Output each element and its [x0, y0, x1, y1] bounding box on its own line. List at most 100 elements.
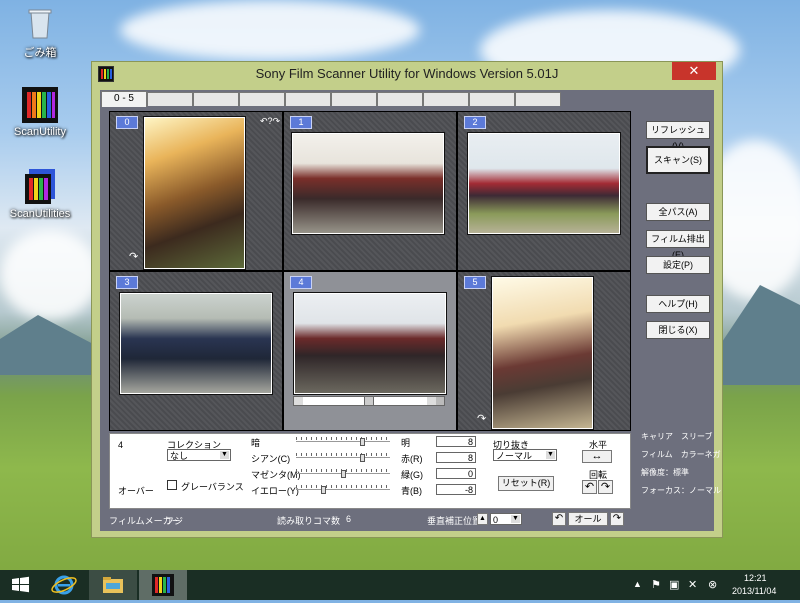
fit-width-icon[interactable]	[436, 397, 444, 405]
scroll-thumb[interactable]	[364, 397, 374, 405]
ie-taskbar-button[interactable]	[44, 570, 84, 600]
scanner-taskbar-button[interactable]	[139, 570, 187, 600]
tab-empty[interactable]	[469, 92, 515, 106]
crop-dropdown[interactable]: ノーマル ▼	[493, 449, 557, 461]
scanner-window: Sony Film Scanner Utility for Windows Ve…	[91, 61, 723, 538]
rotate-mark-icon: ↷	[477, 413, 487, 425]
yellow-blue-value[interactable]: -8	[436, 484, 476, 495]
magenta-green-slider[interactable]	[296, 469, 390, 478]
slider-right-label: 赤(R)	[401, 454, 423, 464]
eject-film-button[interactable]: フィルム排出(E)	[646, 230, 710, 260]
tab-empty[interactable]	[331, 92, 377, 106]
reset-button[interactable]: リセット(R)	[498, 476, 554, 491]
info-value: ノーマル	[689, 486, 721, 495]
slider-left-label: 暗	[251, 438, 261, 448]
internet-explorer-icon	[51, 575, 77, 595]
info-label: フィルム	[641, 450, 673, 459]
yellow-blue-slider[interactable]	[296, 485, 390, 494]
magenta-green-value[interactable]: 0	[436, 468, 476, 479]
rotate-right-button[interactable]: ↷	[598, 480, 613, 494]
thumbnail-cell-2[interactable]: 2	[458, 112, 630, 270]
desktop-icon-scanutilities[interactable]: ScanUtilities	[5, 168, 75, 220]
thumbnail-cell-5[interactable]: 5 ↷	[458, 272, 630, 430]
scan-button[interactable]: スキャン(S)	[646, 146, 710, 174]
desktop-icon-scanutility[interactable]: ScanUtility	[5, 86, 75, 138]
film-frame-photo	[291, 132, 445, 235]
cyan-red-value[interactable]: 8	[436, 452, 476, 463]
scroll-right-arrow-icon[interactable]	[427, 397, 436, 405]
rotate-all-button[interactable]: オール	[568, 512, 608, 526]
thumbnail-cell-3[interactable]: 3	[110, 272, 282, 430]
chevron-down-icon: ▼	[220, 451, 229, 459]
tab-0-5[interactable]: 0 - 5	[101, 91, 147, 107]
correction-dropdown[interactable]: なし ▼	[167, 449, 231, 461]
gray-balance-checkbox[interactable]	[167, 480, 177, 490]
title-bar[interactable]: Sony Film Scanner Utility for Windows Ve…	[92, 62, 722, 85]
tab-empty[interactable]	[285, 92, 331, 106]
action-center-flag-icon[interactable]: ⚑	[651, 578, 661, 591]
slider-knob[interactable]	[360, 438, 366, 446]
slider-left-label: マゼンタ(M)	[251, 470, 301, 480]
cyan-red-slider[interactable]	[296, 453, 390, 462]
notification-icon[interactable]: ⊗	[708, 578, 717, 591]
window-title: Sony Film Scanner Utility for Windows Ve…	[255, 66, 559, 81]
info-label: 解像度	[641, 468, 665, 477]
film-strip-stack-icon	[21, 168, 59, 206]
spin-up-icon[interactable]: ▲	[477, 513, 488, 525]
tab-empty[interactable]	[193, 92, 239, 106]
rotate-all-left-button[interactable]: ↶	[552, 512, 566, 526]
start-button[interactable]	[0, 570, 40, 600]
thumbnail-cell-4-selected[interactable]: 4	[284, 272, 456, 430]
frames-read-value: 6	[346, 514, 352, 524]
gray-balance-label: グレーバランス	[181, 482, 244, 492]
close-app-button[interactable]: 閉じる(X)	[646, 321, 710, 339]
slider-knob[interactable]	[360, 454, 366, 462]
brightness-value[interactable]: 8	[436, 436, 476, 447]
refresh-button[interactable]: リフレッシュ(V)	[646, 121, 710, 151]
tab-empty[interactable]	[239, 92, 285, 106]
help-button[interactable]: ヘルプ(H)	[646, 295, 710, 313]
flip-horizontal-button[interactable]: ↔	[582, 450, 612, 463]
explorer-taskbar-button[interactable]	[89, 570, 137, 600]
horizontal-scrollbar[interactable]	[293, 396, 445, 406]
prescan-all-button[interactable]: 全パス(A)	[646, 203, 710, 221]
film-frame-photo	[119, 292, 273, 395]
vertical-correction-value: 0	[493, 515, 499, 525]
correction-value: なし	[170, 451, 189, 461]
volume-muted-icon[interactable]: ✕	[688, 578, 697, 591]
close-button[interactable]: ✕	[672, 62, 716, 80]
tab-empty[interactable]	[377, 92, 423, 106]
rotate-mark-icon: ↶?↷	[260, 116, 281, 126]
settings-button[interactable]: 設定(P)	[646, 256, 710, 274]
focus-info: フォーカス：ノーマル	[641, 486, 721, 495]
slider-right-label: 青(B)	[401, 486, 422, 496]
taskbar: ▲ ⚑ ▣ ✕ ⊗ 12:21 2013/11/04	[0, 570, 800, 600]
clock-time[interactable]: 12:21	[744, 573, 767, 583]
scroll-left-arrow-icon[interactable]	[294, 397, 303, 405]
brightness-slider[interactable]	[296, 437, 390, 446]
current-frame-number: 4	[118, 440, 124, 450]
thumbnail-cell-1[interactable]: 1 ↶?↷	[260, 112, 456, 270]
info-value: 標準	[673, 468, 689, 477]
tab-empty[interactable]	[515, 92, 561, 106]
frame-number: 0	[116, 116, 138, 129]
rotate-all-right-button[interactable]: ↷	[610, 512, 624, 526]
slider-knob[interactable]	[320, 486, 326, 494]
adjustment-panel: 4 オーバー コレクション なし ▼ グレーバランス 暗 シアン(C) マゼンタ…	[109, 433, 631, 509]
rotate-left-button[interactable]: ↶	[582, 480, 597, 494]
show-hidden-icons-icon[interactable]: ▲	[633, 579, 642, 589]
thumbnail-grid: 0 ↷ 1 ↶?↷ 2 3 4 5 ↷	[109, 111, 631, 431]
vertical-correction-label: 垂直補正位置	[427, 516, 482, 526]
desktop-icon-recycle-bin[interactable]: ごみ箱	[5, 4, 75, 60]
tab-empty[interactable]	[423, 92, 469, 106]
recycle-bin-icon	[21, 4, 59, 42]
film-maker-value: フジ	[165, 516, 184, 526]
thumbnail-cell-0[interactable]: 0 ↷	[110, 112, 282, 270]
tab-empty[interactable]	[147, 92, 193, 106]
network-icon[interactable]: ▣	[669, 578, 679, 591]
slider-knob[interactable]	[340, 470, 346, 478]
info-label: キャリア	[641, 432, 673, 441]
slider-left-label: シアン(C)	[251, 454, 291, 464]
vertical-correction-dropdown[interactable]: 0 ▼	[490, 513, 522, 525]
clock-date[interactable]: 2013/11/04	[732, 586, 776, 596]
